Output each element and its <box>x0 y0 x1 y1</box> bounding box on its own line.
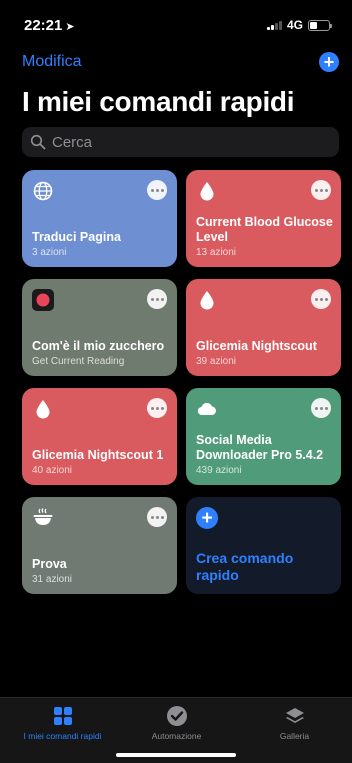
cloud-icon <box>197 402 216 416</box>
shortcut-subtitle: 439 azioni <box>196 465 242 476</box>
shortcut-subtitle: 40 azioni <box>32 465 73 476</box>
tab-gallery[interactable]: Galleria <box>236 704 352 741</box>
home-indicator <box>116 753 236 757</box>
tab-label: I miei comandi rapidi <box>23 731 102 741</box>
search-input[interactable]: Cerca <box>22 127 339 157</box>
more-options-button[interactable] <box>311 180 331 200</box>
shortcut-card-glicemia-nightscout[interactable]: Glicemia Nightscout 39 azioni <box>186 279 341 376</box>
clock: 22:21 ➤ <box>24 17 75 34</box>
shortcut-card-social-media-downloader[interactable]: Social Media Downloader Pro 5.4.2 439 az… <box>186 388 341 485</box>
create-shortcut-card[interactable]: + Crea comando rapido <box>186 497 341 594</box>
more-options-button[interactable] <box>147 180 167 200</box>
tab-label: Automazione <box>151 731 202 741</box>
automation-icon <box>166 706 187 726</box>
tab-label: Galleria <box>279 731 310 741</box>
drop-icon <box>200 182 214 201</box>
bowl-icon <box>33 508 53 525</box>
status-right: 4G <box>266 18 332 32</box>
create-shortcut-label: Crea comando rapido <box>196 550 294 583</box>
more-options-button[interactable] <box>147 507 167 527</box>
shortcut-card-glicemia-nightscout-1[interactable]: Glicemia Nightscout 1 40 azioni <box>22 388 177 485</box>
page-title: I miei comandi rapidi <box>22 86 295 117</box>
shortcut-name: Glicemia Nightscout <box>196 339 317 353</box>
drop-icon <box>36 400 50 419</box>
plus-icon: + <box>196 507 218 529</box>
search-icon <box>30 134 46 150</box>
more-options-button[interactable] <box>311 289 331 309</box>
more-options-button[interactable] <box>147 398 167 418</box>
shortcut-name: Current Blood Glucose Level <box>196 215 333 244</box>
globe-icon <box>33 181 53 201</box>
shortcut-name: Traduci Pagina <box>32 230 121 244</box>
app-icon <box>32 289 54 311</box>
location-arrow-icon: ➤ <box>65 21 75 33</box>
battery-icon <box>308 19 332 31</box>
more-options-button[interactable] <box>147 289 167 309</box>
search-placeholder: Cerca <box>52 133 93 151</box>
shortcut-subtitle: 13 azioni <box>196 247 237 258</box>
shortcut-card-prova[interactable]: Prova 31 azioni <box>22 497 177 594</box>
shortcut-subtitle: Get Current Reading <box>32 356 125 367</box>
drop-icon <box>200 291 214 310</box>
shortcut-subtitle: 31 azioni <box>32 574 73 585</box>
shortcut-name: Prova <box>32 557 67 571</box>
network-label: 4G <box>286 18 303 32</box>
layers-icon <box>285 708 304 723</box>
status-bar: 22:21 ➤ 4G <box>0 0 352 44</box>
shortcut-name: Com'è il mio zucchero <box>32 339 165 353</box>
edit-button[interactable]: Modifica <box>22 53 82 71</box>
tab-my-shortcuts[interactable]: I miei comandi rapidi <box>4 704 121 741</box>
tab-automation[interactable]: Automazione <box>118 704 235 741</box>
shortcut-subtitle: 39 azioni <box>196 356 237 367</box>
shortcuts-grid-icon <box>53 707 72 725</box>
more-options-button[interactable] <box>311 398 331 418</box>
shortcut-card-current-blood-glucose[interactable]: Current Blood Glucose Level 13 azioni <box>186 170 341 267</box>
shortcut-card-traduci-pagina[interactable]: Traduci Pagina 3 azioni <box>22 170 177 267</box>
signal-icon <box>266 20 282 30</box>
add-shortcut-button[interactable]: + <box>319 52 339 72</box>
shortcut-name: Social Media Downloader Pro 5.4.2 <box>196 433 324 462</box>
shortcut-name: Glicemia Nightscout 1 <box>32 448 164 462</box>
shortcut-card-come-il-mio-zucchero[interactable]: Com'è il mio zucchero Get Current Readin… <box>22 279 177 376</box>
shortcut-subtitle: 3 azioni <box>32 247 67 258</box>
